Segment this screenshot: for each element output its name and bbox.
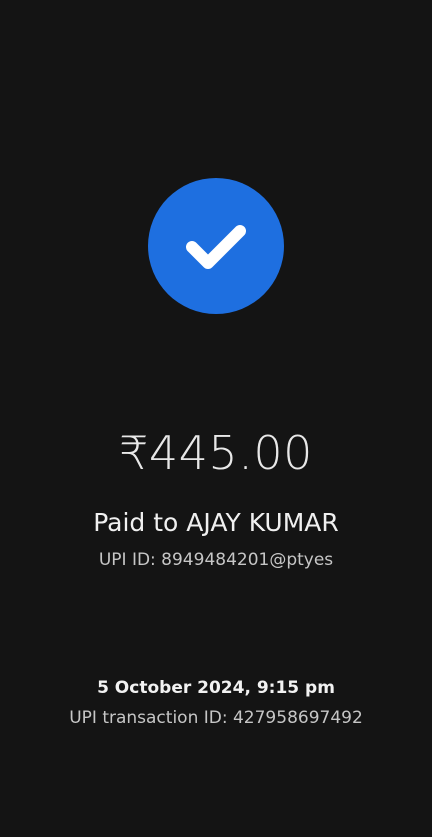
payee-name: Paid to AJAY KUMAR	[93, 508, 339, 537]
payment-amount: ₹445.00	[119, 426, 313, 480]
transaction-datetime: 5 October 2024, 9:15 pm	[97, 678, 335, 698]
payment-success-screen: ₹445.00 Paid to AJAY KUMAR UPI ID: 89494…	[0, 0, 432, 837]
transaction-id: UPI transaction ID: 427958697492	[69, 708, 363, 728]
success-badge	[148, 178, 284, 314]
payee-upi-id: UPI ID: 8949484201@ptyes	[98, 550, 334, 570]
check-icon	[186, 225, 246, 269]
